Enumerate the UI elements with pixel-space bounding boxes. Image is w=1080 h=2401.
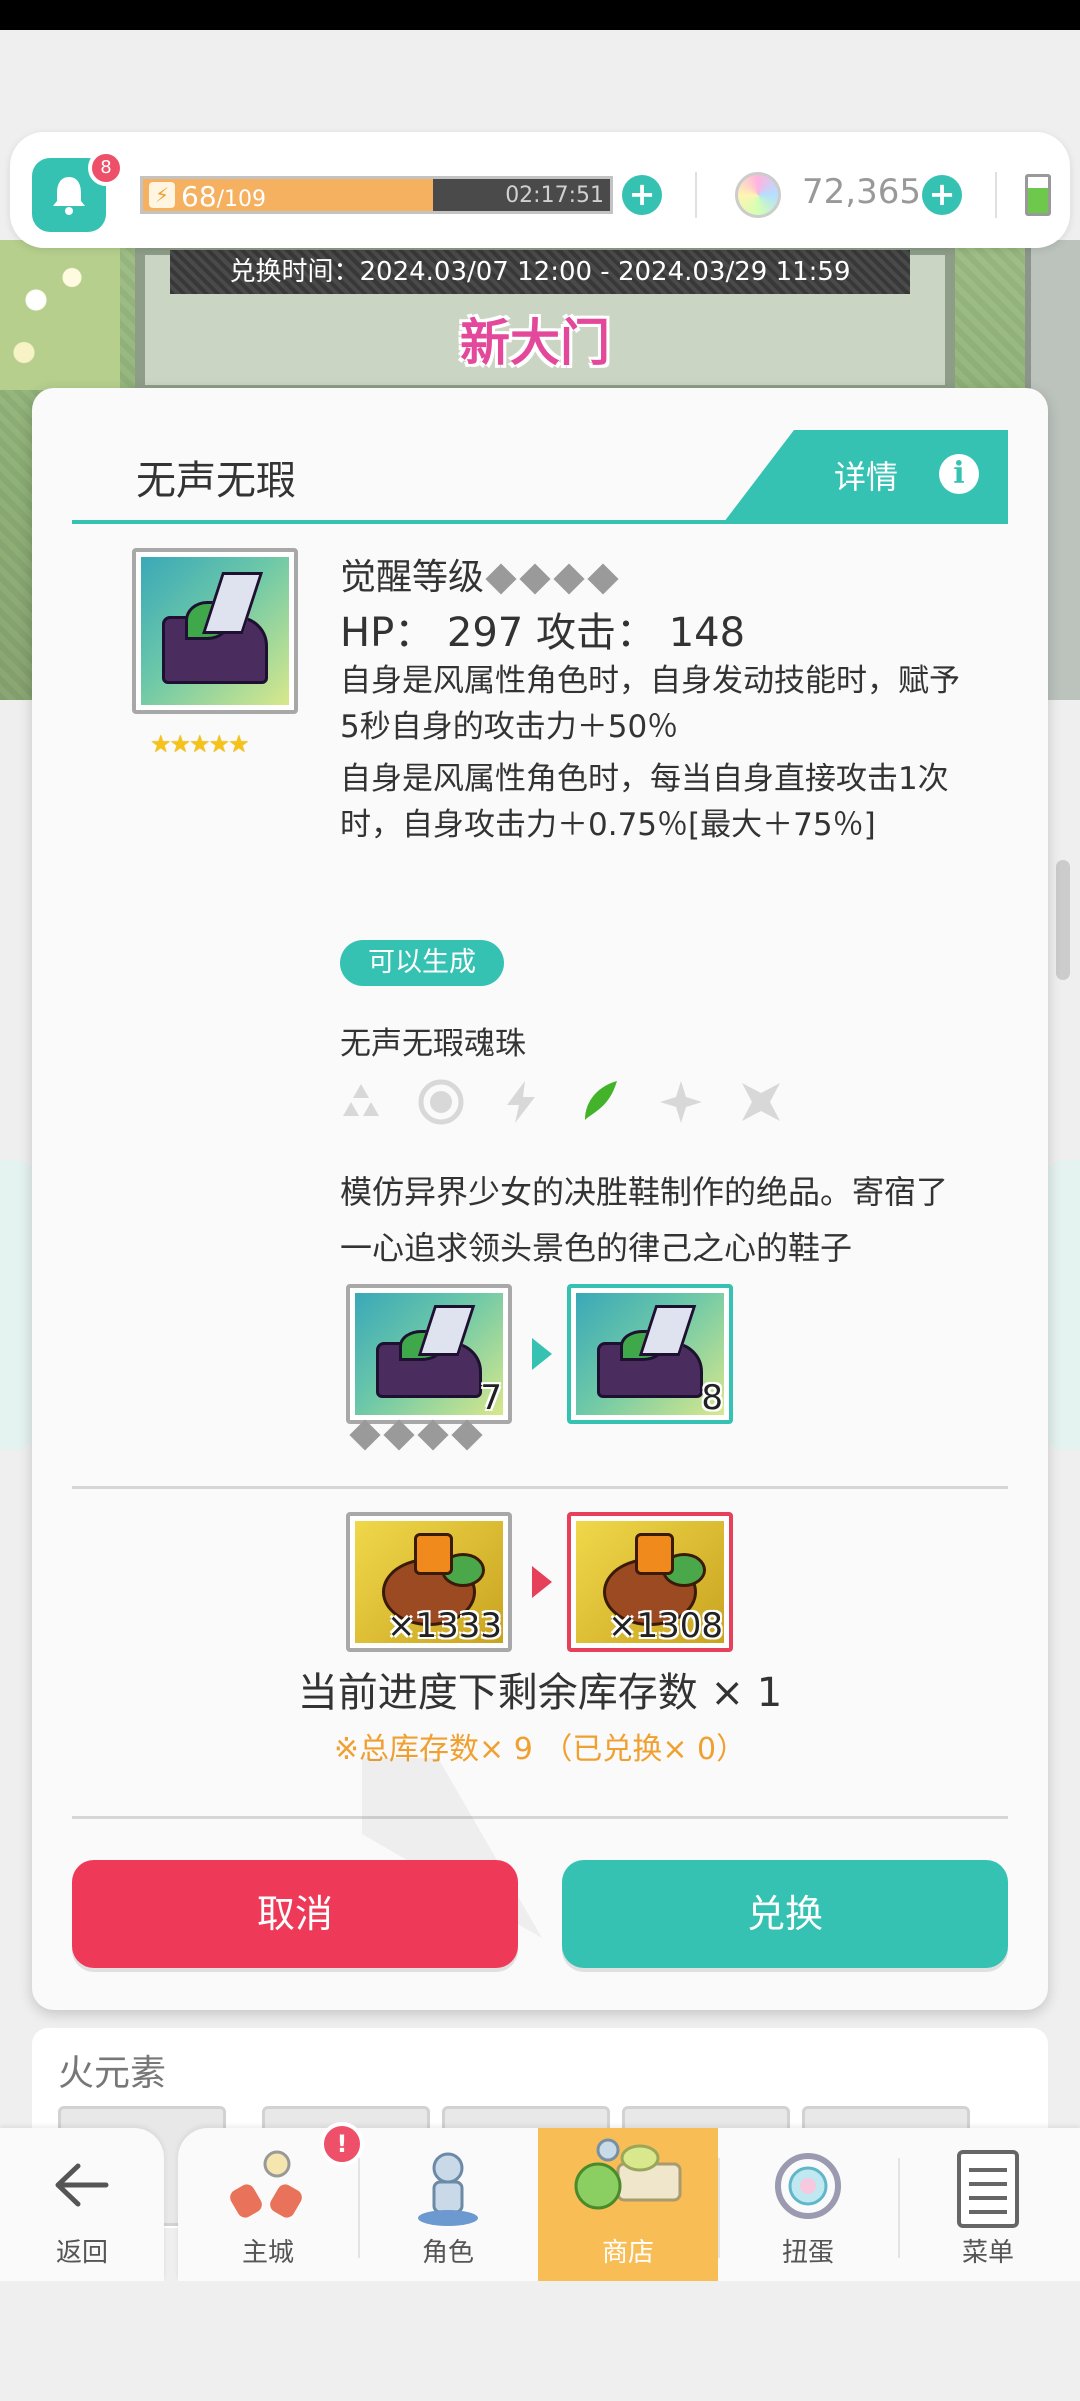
status-bar xyxy=(0,0,1080,30)
skill-description-1: 自身是风属性角色时，自身发动技能时，赋予5秒自身的攻击力＋50％ xyxy=(340,663,960,745)
castle-icon xyxy=(230,2150,302,2218)
stamina-current: 68 xyxy=(181,180,217,213)
current-item-slot: 7 xyxy=(346,1284,512,1424)
earth-element-icon xyxy=(337,1078,385,1126)
tab-gacha[interactable]: 扭蛋 xyxy=(718,2128,898,2281)
tab-shop[interactable]: 商店 xyxy=(538,2128,718,2281)
character-icon xyxy=(418,2152,478,2226)
diamond-icon xyxy=(485,563,517,595)
craftable-badge: 可以生成 xyxy=(340,940,504,986)
dialog-title: 无声无瑕 xyxy=(136,458,296,504)
material-current-slot: ×1333 xyxy=(346,1512,512,1652)
orb-name: 无声无瑕魂珠 xyxy=(340,1026,526,1062)
exchange-time-banner: 兑换时间：2024.03/07 12:00 - 2024.03/29 11:59 xyxy=(170,250,910,294)
tab-label: 菜单 xyxy=(961,2238,1014,2268)
diamond-icon xyxy=(417,1419,449,1451)
add-stamina-button[interactable]: + xyxy=(622,175,662,215)
diamond-icon xyxy=(587,563,619,595)
next-awaken-count: 8 xyxy=(701,1378,723,1418)
gem-icon xyxy=(735,172,781,218)
scrollbar[interactable] xyxy=(1056,860,1070,980)
stamina-bar: ⚡ 68/109 02:17:51 xyxy=(140,176,613,214)
skill-description-2: 自身是风属性角色时，每当自身直接攻击1次时，自身攻击力＋0.75％[最大＋75％… xyxy=(340,761,949,843)
stamina-timer: 02:17:51 xyxy=(505,183,604,208)
divider xyxy=(72,1486,1008,1489)
arrow-right-icon xyxy=(532,1566,552,1598)
side-panel-right xyxy=(1046,1160,1080,1450)
lightning-icon: ⚡ xyxy=(149,182,175,208)
notification-badge: 8 xyxy=(88,150,124,186)
gem-count: 72,365 xyxy=(802,172,921,212)
diamond-icon xyxy=(451,1419,483,1451)
system-nav-area xyxy=(0,2281,1080,2401)
exchange-dialog: 无声无瑕 详情 i ★★★★★ 觉醒等级 HP： 297 攻击： 148 自身是… xyxy=(32,388,1048,2010)
tab-label: 角色 xyxy=(421,2238,474,2268)
divider xyxy=(995,172,997,218)
current-awaken-count: 7 xyxy=(480,1378,502,1418)
divider xyxy=(695,172,697,218)
diamond-icon xyxy=(553,563,585,595)
back-button[interactable]: 返回 xyxy=(0,2128,164,2281)
arrow-right-icon xyxy=(532,1338,552,1370)
awaken-diamonds xyxy=(348,1419,484,1451)
flower-bed xyxy=(0,240,120,390)
dark-element-icon xyxy=(737,1078,785,1126)
nav-tabs: 主城 角色 商店 扭蛋 菜单 xyxy=(178,2128,1080,2281)
awaken-level: 觉醒等级 xyxy=(340,548,620,600)
bottom-nav: 返回 主城 角色 商店 扭蛋 菜单 ! xyxy=(0,2122,1080,2281)
rarity-stars: ★★★★★ xyxy=(150,730,250,758)
shop-icon xyxy=(574,2138,682,2210)
fire-panel-title: 火元素 xyxy=(58,2053,167,2094)
stamina-max: /109 xyxy=(216,187,267,212)
shoe-icon xyxy=(141,557,289,705)
back-label: 返回 xyxy=(55,2238,108,2268)
side-panel-left xyxy=(0,1160,34,1450)
item-icon[interactable] xyxy=(132,548,298,714)
thunder-element-icon xyxy=(497,1078,545,1126)
water-element-icon xyxy=(417,1078,465,1126)
flavor-text: 模仿异界少女的决胜鞋制作的绝品。寄宿了一心追求领头景色的律己之心的鞋子 xyxy=(340,1173,949,1267)
tab-label: 扭蛋 xyxy=(781,2238,834,2268)
material-after-count: ×1308 xyxy=(607,1606,723,1646)
battery-icon xyxy=(1025,174,1051,216)
info-icon: i xyxy=(939,454,979,494)
top-bar: 8 ⚡ 68/109 02:17:51 + 72,365 + xyxy=(10,132,1070,248)
next-item-slot: 8 xyxy=(567,1284,733,1424)
add-gems-button[interactable]: + xyxy=(922,175,962,215)
diamond-icon xyxy=(519,563,551,595)
diamond-icon xyxy=(383,1419,415,1451)
material-after-slot: ×1308 xyxy=(567,1512,733,1652)
light-element-icon xyxy=(657,1078,705,1126)
tab-label: 主城 xyxy=(241,2238,294,2268)
gacha-icon xyxy=(775,2153,841,2219)
material-current-count: ×1333 xyxy=(386,1606,502,1646)
menu-list-icon xyxy=(957,2150,1019,2228)
remaining-stock: 当前进度下剩余库存数 × 1 xyxy=(297,1670,783,1716)
back-arrow-icon xyxy=(55,2163,109,2207)
stats: HP： 297 攻击： 148 xyxy=(340,610,746,656)
title-underline xyxy=(72,520,1008,524)
cancel-button[interactable]: 取消 xyxy=(72,1860,518,1968)
diamond-icon xyxy=(349,1419,381,1451)
tab-characters[interactable]: 角色 xyxy=(358,2128,538,2281)
awaken-label: 觉醒等级 xyxy=(340,557,485,598)
tab-menu[interactable]: 菜单 xyxy=(898,2128,1078,2281)
event-logo: 新大门 xyxy=(460,314,610,372)
detail-label: 详情 xyxy=(834,458,899,496)
tab-label: 商店 xyxy=(601,2238,654,2268)
bell-icon xyxy=(53,177,85,215)
shop-alert-badge: ! xyxy=(320,2122,364,2166)
exchange-button[interactable]: 兑换 xyxy=(562,1860,1008,1968)
detail-button[interactable]: 详情 i xyxy=(724,430,1008,522)
stamina-value: 68/109 xyxy=(181,180,266,213)
wind-element-icon xyxy=(577,1078,625,1126)
